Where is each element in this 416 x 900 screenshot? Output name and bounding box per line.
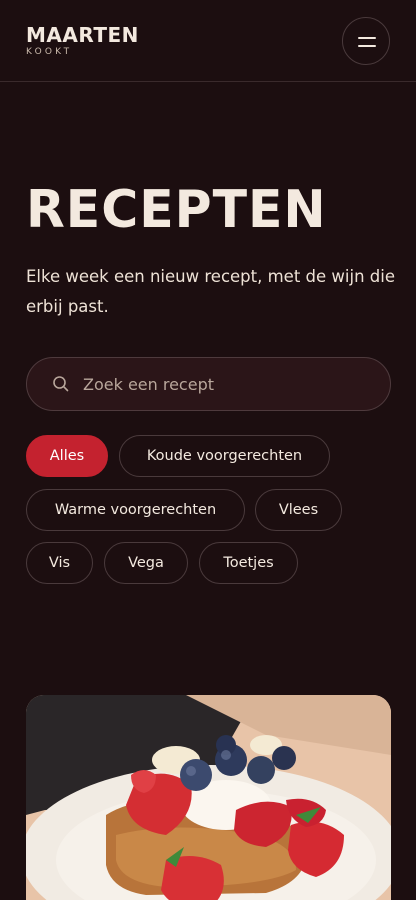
logo-sub-text: KOOKT — [26, 47, 73, 57]
filter-chip-toetjes[interactable]: Toetjes — [199, 542, 298, 584]
filter-chip-vega[interactable]: Vega — [104, 542, 188, 584]
recipe-card[interactable] — [26, 695, 391, 900]
search-icon — [53, 376, 69, 392]
page: MAARTEN KOOKT RECEPTEN Elke week een nie… — [0, 0, 416, 900]
search-bar[interactable] — [26, 357, 391, 411]
site-header: MAARTEN KOOKT — [0, 0, 416, 82]
filter-chip-vis[interactable]: Vis — [26, 542, 93, 584]
page-intro: Elke week een nieuw recept, met de wijn … — [26, 267, 395, 316]
menu-button[interactable] — [342, 17, 390, 65]
hamburger-menu-icon-line — [358, 45, 376, 47]
filter-chip-alles[interactable]: Alles — [26, 435, 108, 477]
search-input[interactable] — [83, 358, 373, 410]
logo-main-text: MAARTEN — [26, 23, 139, 47]
filter-chip-koude-voorgerechten[interactable]: Koude voorgerechten — [119, 435, 330, 477]
page-title: RECEPTEN — [26, 180, 327, 240]
filter-chip-vlees[interactable]: Vlees — [255, 489, 342, 531]
recipe-photo — [26, 695, 391, 900]
hamburger-menu-icon — [358, 37, 376, 39]
logo[interactable]: MAARTEN KOOKT — [26, 24, 139, 57]
filter-chip-warme-voorgerechten[interactable]: Warme voorgerechten — [26, 489, 245, 531]
